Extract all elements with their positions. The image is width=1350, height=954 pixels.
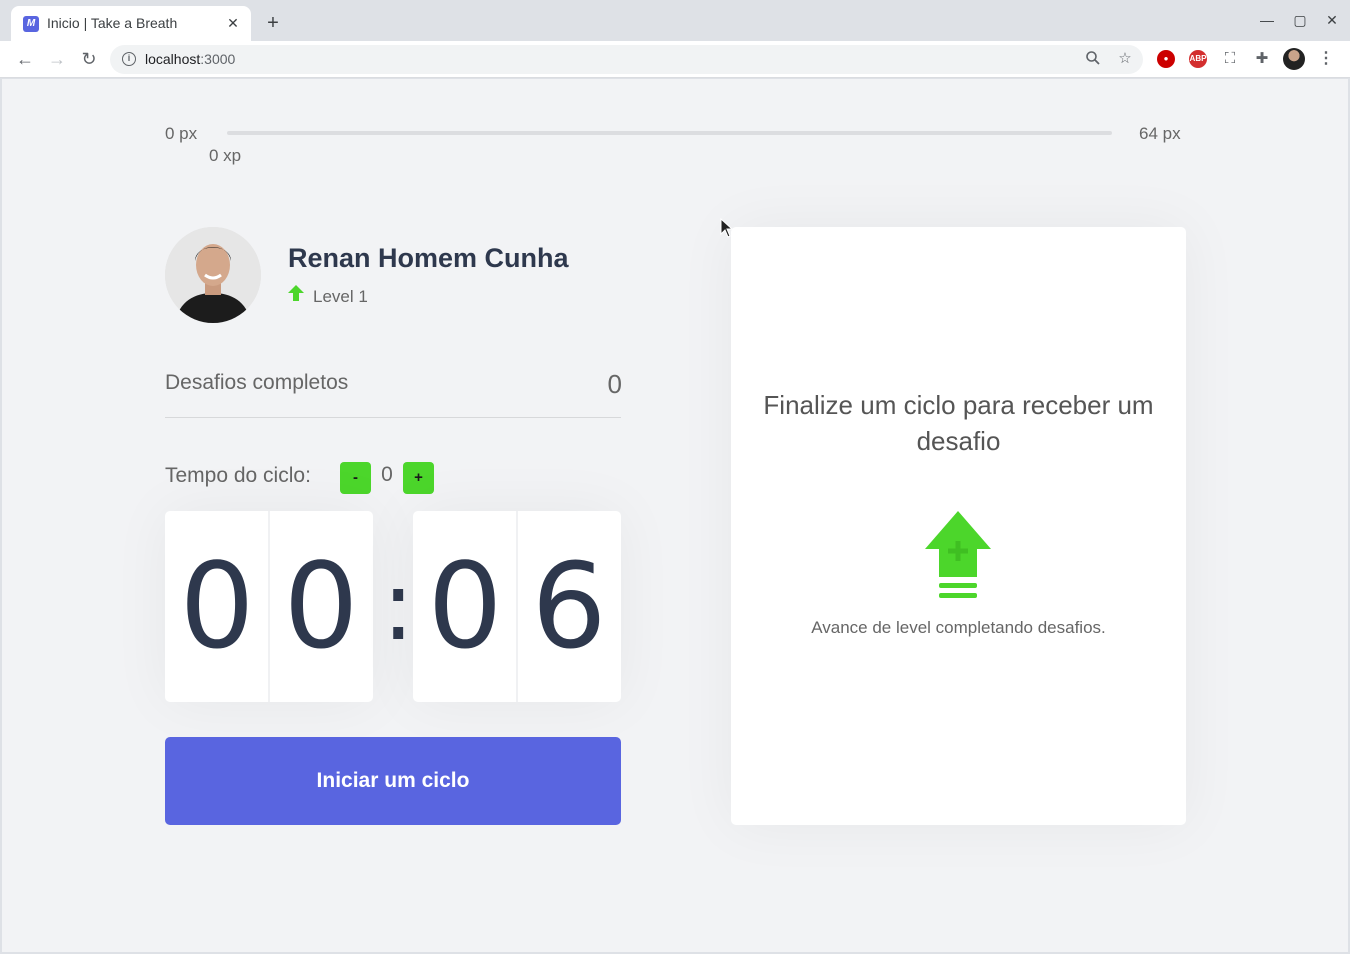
divider — [165, 417, 621, 418]
minute-tens-digit: 0 — [179, 537, 255, 675]
decrease-cycle-button[interactable]: - — [340, 462, 371, 494]
url-host: localhost — [145, 51, 201, 67]
xp-min-label: 0 px — [165, 124, 198, 143]
xp-progress-bar — [227, 131, 1112, 135]
level-up-icon — [288, 285, 304, 301]
mouse-cursor-icon — [720, 218, 734, 238]
second-tens-digit: 0 — [427, 537, 503, 675]
profile-name: Renan Homem Cunha — [288, 243, 569, 273]
favicon-icon: M — [23, 16, 39, 32]
abp-extension-icon[interactable]: ABP — [1189, 50, 1207, 68]
close-window-icon[interactable]: ✕ — [1322, 10, 1342, 30]
new-tab-button[interactable]: + — [262, 12, 284, 34]
browser-tab[interactable]: M Inicio | Take a Breath ✕ — [11, 6, 251, 41]
bookmark-star-icon[interactable]: ☆ — [1116, 50, 1134, 68]
ublock-extension-icon[interactable]: ● — [1157, 50, 1175, 68]
minute-ones-digit: 0 — [283, 537, 359, 675]
back-icon[interactable]: ← — [13, 47, 37, 71]
xp-current-label: 0 xp — [209, 146, 242, 165]
avatar — [165, 227, 261, 323]
browser-toolbar: ← → ↻ i localhost:3000 ☆ ● ABP ⛶ ✚ ⋮ — [0, 41, 1350, 78]
browser-menu-icon[interactable]: ⋮ — [1318, 48, 1334, 70]
address-bar[interactable]: i localhost:3000 ☆ — [110, 45, 1143, 74]
maximize-icon[interactable]: ▢ — [1290, 10, 1310, 30]
app-page: 0 px 64 px 0 xp Renan Homem Cunha Level … — [2, 79, 1348, 952]
close-tab-icon[interactable]: ✕ — [225, 15, 241, 31]
level-up-arrow-icon — [925, 511, 991, 598]
second-ones-digit: 6 — [531, 537, 607, 675]
start-cycle-button[interactable]: Iniciar um ciclo — [165, 737, 621, 825]
screenshot-extension-icon[interactable]: ⛶ — [1220, 49, 1240, 69]
forward-icon[interactable]: → — [45, 47, 69, 71]
cycle-time-value: 0 — [381, 463, 393, 486]
reload-icon[interactable]: ↻ — [77, 47, 101, 71]
browser-tabstrip: M Inicio | Take a Breath ✕ + — ▢ ✕ — [0, 0, 1350, 41]
countdown-seconds: 0 6 — [413, 511, 621, 702]
zoom-icon[interactable] — [1084, 50, 1102, 68]
xp-max-label: 64 px — [1139, 124, 1181, 143]
challenge-card: Finalize um ciclo para receber um desafi… — [731, 227, 1186, 825]
increase-cycle-button[interactable]: + — [403, 462, 434, 494]
extensions-puzzle-icon[interactable]: ✚ — [1252, 49, 1272, 69]
countdown-minutes: 0 0 — [165, 511, 373, 702]
url-text: localhost:3000 — [145, 51, 235, 67]
site-info-icon[interactable]: i — [122, 52, 136, 66]
countdown-separator: : — [382, 550, 415, 662]
level-label: Level 1 — [313, 287, 368, 306]
completed-challenges-count: 0 — [607, 369, 622, 399]
minimize-icon[interactable]: — — [1257, 10, 1277, 30]
cycle-time-label: Tempo do ciclo: — [165, 464, 311, 487]
profile-avatar-icon[interactable] — [1283, 48, 1305, 70]
challenge-empty-title: Finalize um ciclo para receber um desafi… — [763, 390, 1154, 456]
tab-title: Inicio | Take a Breath — [47, 15, 178, 31]
challenge-empty-hint: Avance de level completando desafios. — [811, 618, 1106, 637]
url-port: :3000 — [200, 51, 236, 67]
completed-challenges-label: Desafios completos — [165, 371, 349, 394]
